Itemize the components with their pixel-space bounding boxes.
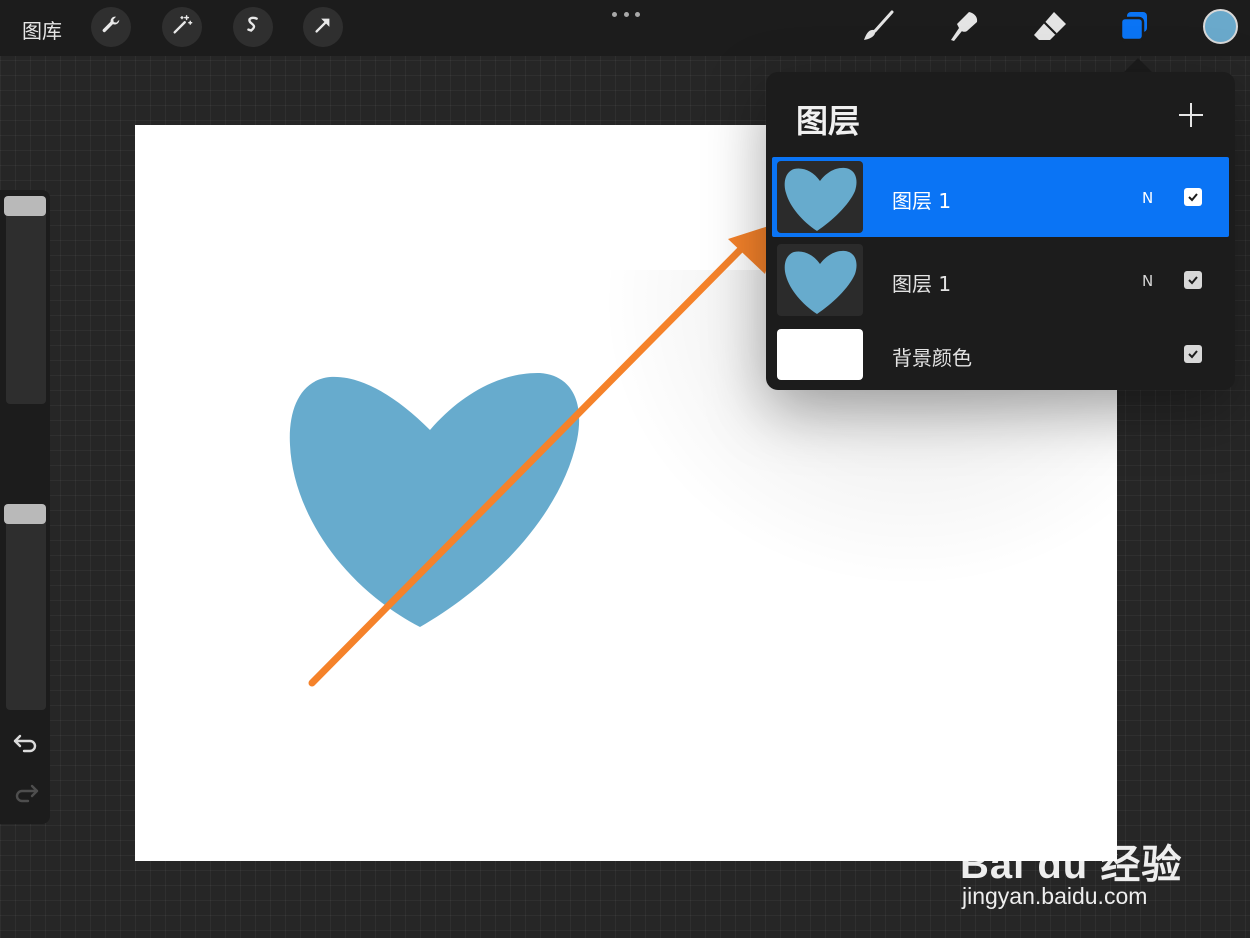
- layer-visibility-checkbox[interactable]: [1184, 271, 1202, 289]
- brush-tool-button[interactable]: [858, 8, 898, 48]
- brush-size-thumb[interactable]: [4, 196, 46, 216]
- layers-panel-caret: [1124, 58, 1152, 72]
- layer-visibility-checkbox[interactable]: [1184, 345, 1202, 363]
- blend-mode-button[interactable]: N: [1142, 272, 1153, 290]
- eraser-icon: [1032, 9, 1068, 47]
- layer-name: 背景颜色: [892, 346, 972, 370]
- layer-thumbnail: [777, 244, 863, 316]
- layer-row[interactable]: 图层 1 N: [772, 157, 1229, 237]
- more-options-icon[interactable]: [612, 4, 640, 24]
- layer-row[interactable]: 图层 1 N: [772, 240, 1229, 320]
- blend-mode-button[interactable]: N: [1142, 189, 1153, 207]
- brush-size-slider[interactable]: [6, 196, 46, 404]
- actions-button[interactable]: [91, 7, 131, 47]
- add-layer-button[interactable]: [1176, 100, 1206, 130]
- smudge-tool-button[interactable]: [944, 8, 984, 48]
- background-thumbnail: [777, 329, 863, 380]
- transform-button[interactable]: [303, 7, 343, 47]
- top-toolbar: 图库: [0, 0, 1250, 56]
- panel-title: 图层: [796, 102, 861, 140]
- layers-panel: 图层 图层 1 N 图层 1 N 背景颜色: [766, 72, 1235, 390]
- left-sidebar: [0, 190, 50, 824]
- redo-icon: [12, 784, 40, 808]
- redo-button[interactable]: [12, 780, 40, 804]
- background-color-row[interactable]: 背景颜色: [772, 322, 1229, 388]
- undo-icon: [12, 734, 40, 758]
- undo-button[interactable]: [12, 730, 40, 754]
- layers-tool-button[interactable]: [1114, 8, 1154, 48]
- wrench-icon: [100, 14, 122, 40]
- selection-button[interactable]: [233, 7, 273, 47]
- smudge-icon: [947, 9, 981, 47]
- layer-thumbnail: [777, 161, 863, 233]
- layer-name: 图层 1: [892, 189, 952, 213]
- brush-icon: [861, 9, 895, 47]
- checkmark-icon: [1187, 271, 1199, 290]
- eraser-tool-button[interactable]: [1030, 8, 1070, 48]
- opacity-slider[interactable]: [6, 504, 46, 710]
- watermark-url: jingyan.baidu.com: [962, 883, 1148, 909]
- checkmark-icon: [1187, 345, 1199, 364]
- adjustments-button[interactable]: [162, 7, 202, 47]
- layer-visibility-checkbox[interactable]: [1184, 188, 1202, 206]
- plus-icon: [1176, 103, 1206, 134]
- opacity-thumb[interactable]: [4, 504, 46, 524]
- magic-wand-icon: [171, 14, 193, 40]
- checkmark-icon: [1187, 188, 1199, 207]
- selection-icon: [242, 14, 264, 40]
- layer-name: 图层 1: [892, 272, 952, 296]
- layers-icon: [1117, 9, 1151, 47]
- watermark-logo: Bai du 经验: [960, 843, 1183, 887]
- current-color-swatch[interactable]: [1203, 9, 1238, 44]
- gallery-button[interactable]: 图库: [22, 15, 62, 44]
- transform-arrow-icon: [312, 14, 334, 40]
